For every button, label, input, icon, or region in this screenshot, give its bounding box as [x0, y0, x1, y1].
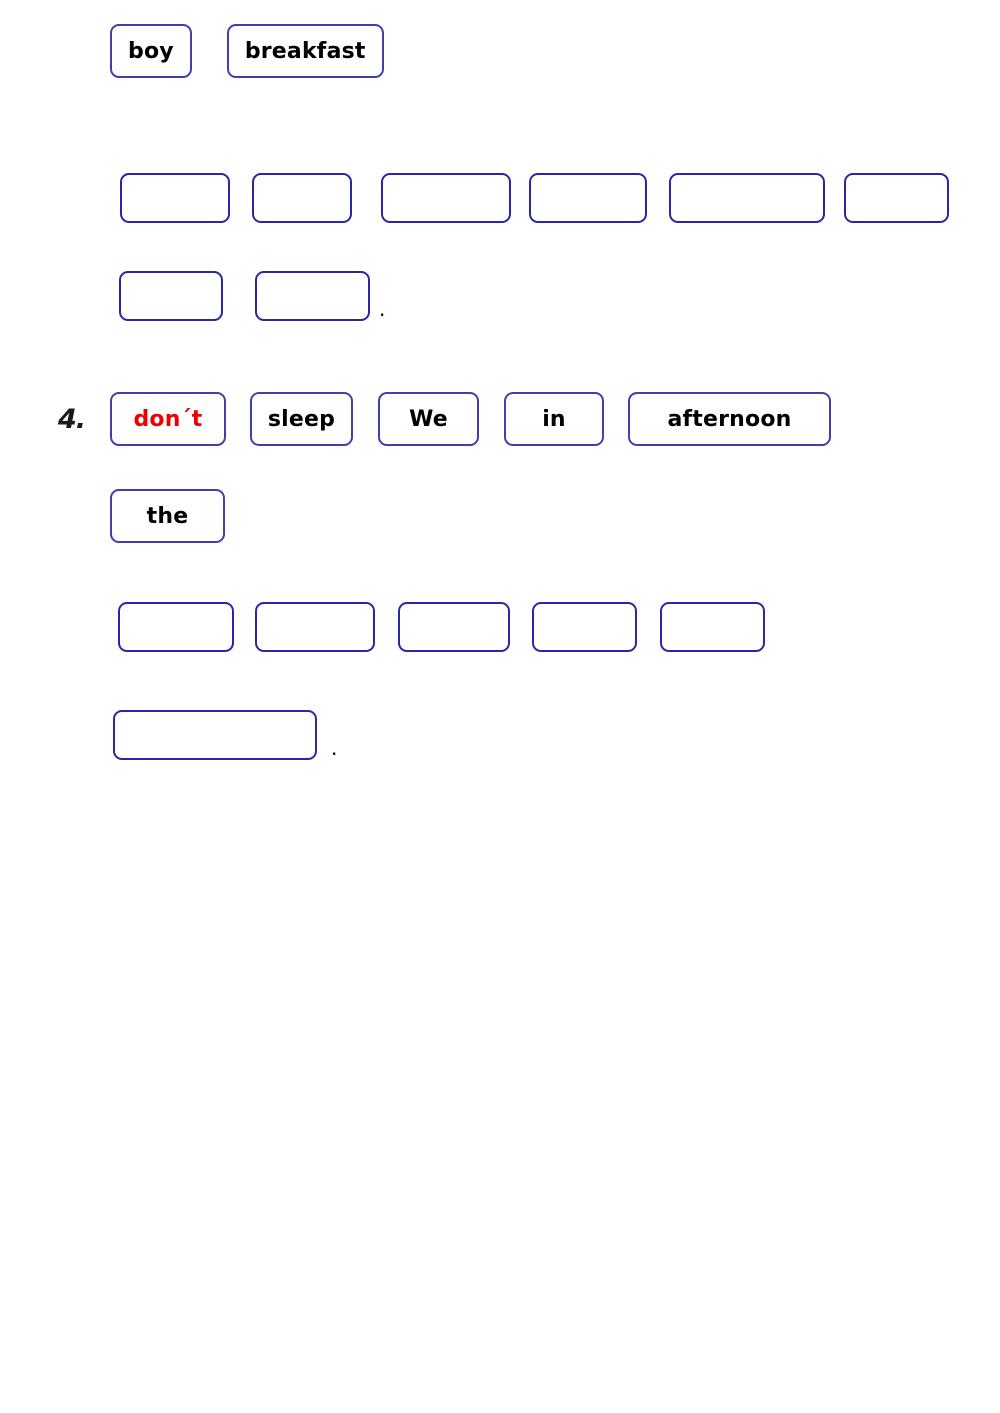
answer-blank[interactable] — [844, 173, 949, 223]
exercise-4-header-row: 4. don´t sleep We in afternoon — [58, 392, 831, 446]
worksheet-page: boy breakfast . 4. don´t sleep We in aft… — [0, 0, 1000, 1413]
question-number: 4. — [58, 403, 86, 435]
word-tile[interactable]: boy — [110, 24, 192, 78]
answer-blank[interactable] — [113, 710, 317, 760]
word-bank-row: boy breakfast — [110, 24, 384, 78]
answer-blank[interactable] — [118, 602, 234, 652]
answer-row — [118, 602, 765, 652]
answer-blank[interactable] — [669, 173, 825, 223]
answer-blank[interactable] — [255, 602, 375, 652]
sentence-period: . — [379, 297, 386, 321]
answer-blank[interactable] — [120, 173, 230, 223]
word-tile[interactable]: in — [504, 392, 604, 446]
answer-blank[interactable] — [252, 173, 352, 223]
answer-blank[interactable] — [381, 173, 511, 223]
word-tile[interactable]: afternoon — [628, 392, 831, 446]
answer-blank[interactable] — [255, 271, 370, 321]
word-tile[interactable]: the — [110, 489, 225, 543]
answer-row: . — [113, 710, 337, 760]
word-bank-row: the — [110, 489, 225, 543]
word-tile[interactable]: don´t — [110, 392, 226, 446]
answer-blank[interactable] — [660, 602, 765, 652]
answer-blank[interactable] — [529, 173, 647, 223]
answer-blank[interactable] — [532, 602, 637, 652]
answer-row — [120, 173, 949, 223]
word-tile[interactable]: sleep — [250, 392, 353, 446]
sentence-period: . — [331, 736, 338, 760]
answer-row: . — [119, 271, 385, 321]
word-tile[interactable]: We — [378, 392, 479, 446]
word-tile[interactable]: breakfast — [226, 24, 384, 78]
answer-blank[interactable] — [119, 271, 223, 321]
answer-blank[interactable] — [398, 602, 510, 652]
